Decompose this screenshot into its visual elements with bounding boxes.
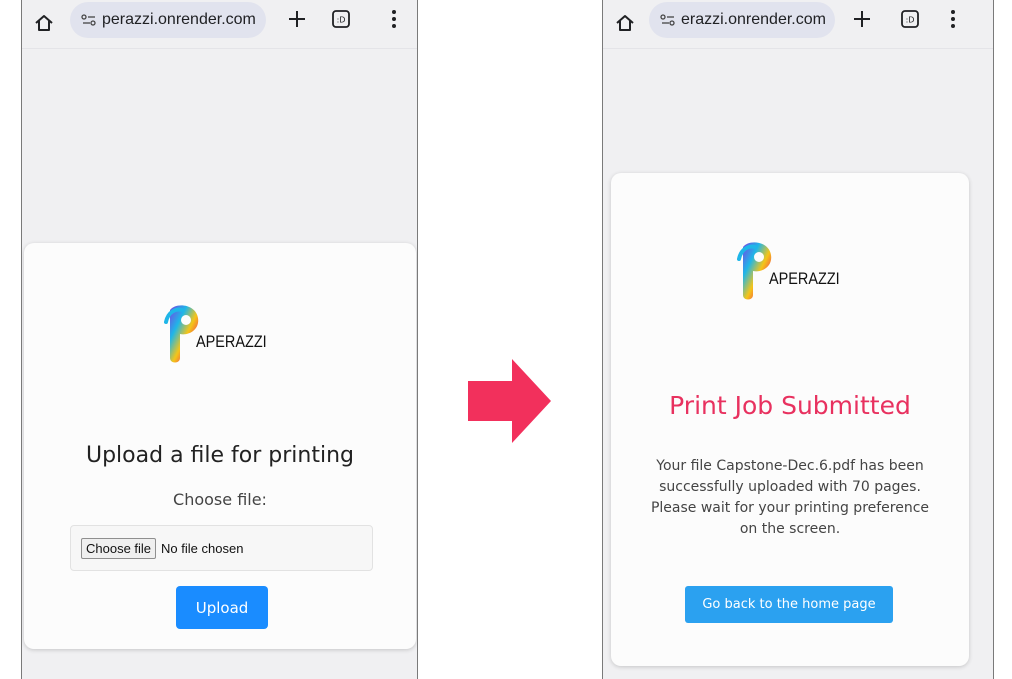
upload-screen: perazzi.onrender.com :D APERAZZI Upload … [21,0,418,679]
file-input[interactable]: Choose file No file chosen [70,525,373,571]
new-tab-plus-icon[interactable] [286,8,308,30]
browser-toolbar: perazzi.onrender.com :D [22,0,417,49]
home-icon[interactable] [611,9,639,37]
site-settings-icon[interactable] [80,11,98,29]
site-settings-icon[interactable] [659,11,677,29]
home-icon[interactable] [30,9,58,37]
svg-text::D: :D [337,16,346,25]
success-message-line: Your file Capstone-Dec.6.pdf has been [656,458,924,474]
success-message-line: successfully uploaded with 70 pages. [659,479,921,495]
upload-title: Upload a file for printing [85,443,354,468]
browser-toolbar: erazzi.onrender.com :D [603,0,993,49]
tab-switcher-icon[interactable]: :D [331,9,351,29]
success-message-line: on the screen. [739,521,841,537]
svg-text::D: :D [906,16,915,25]
success-screen: erazzi.onrender.com :D APERAZZI Print Jo… [602,0,994,679]
upload-card: APERAZZI Upload a file for printing Choo… [24,243,416,649]
address-bar[interactable]: erazzi.onrender.com [649,2,835,38]
upload-button[interactable]: Upload [176,586,268,629]
choose-file-label: Choose file: [173,490,267,509]
logo-wordmark: APERAZZI [769,269,840,288]
overflow-menu-icon[interactable] [950,8,956,30]
overflow-menu-icon[interactable] [391,8,397,30]
success-message: Your file Capstone-Dec.6.pdf has been su… [639,456,941,540]
logo-wordmark: APERAZZI [196,332,267,351]
paperazzi-logo: APERAZZI [735,239,852,303]
choose-file-button[interactable]: Choose file [81,537,157,559]
tab-switcher-icon[interactable]: :D [900,9,920,29]
go-home-button[interactable]: Go back to the home page [685,586,893,623]
new-tab-plus-icon[interactable] [851,8,873,30]
address-bar[interactable]: perazzi.onrender.com [70,2,266,38]
file-status-text: No file chosen [161,540,244,556]
right-arrow-icon [468,359,551,443]
success-message-line: Please wait for your printing preference [650,500,930,516]
url-text: erazzi.onrender.com [681,11,826,28]
paperazzi-logo: APERAZZI [162,302,279,366]
success-card: APERAZZI Print Job Submitted Your file C… [611,173,969,666]
url-text: perazzi.onrender.com [102,11,256,28]
print-job-title: Print Job Submitted [669,391,911,420]
